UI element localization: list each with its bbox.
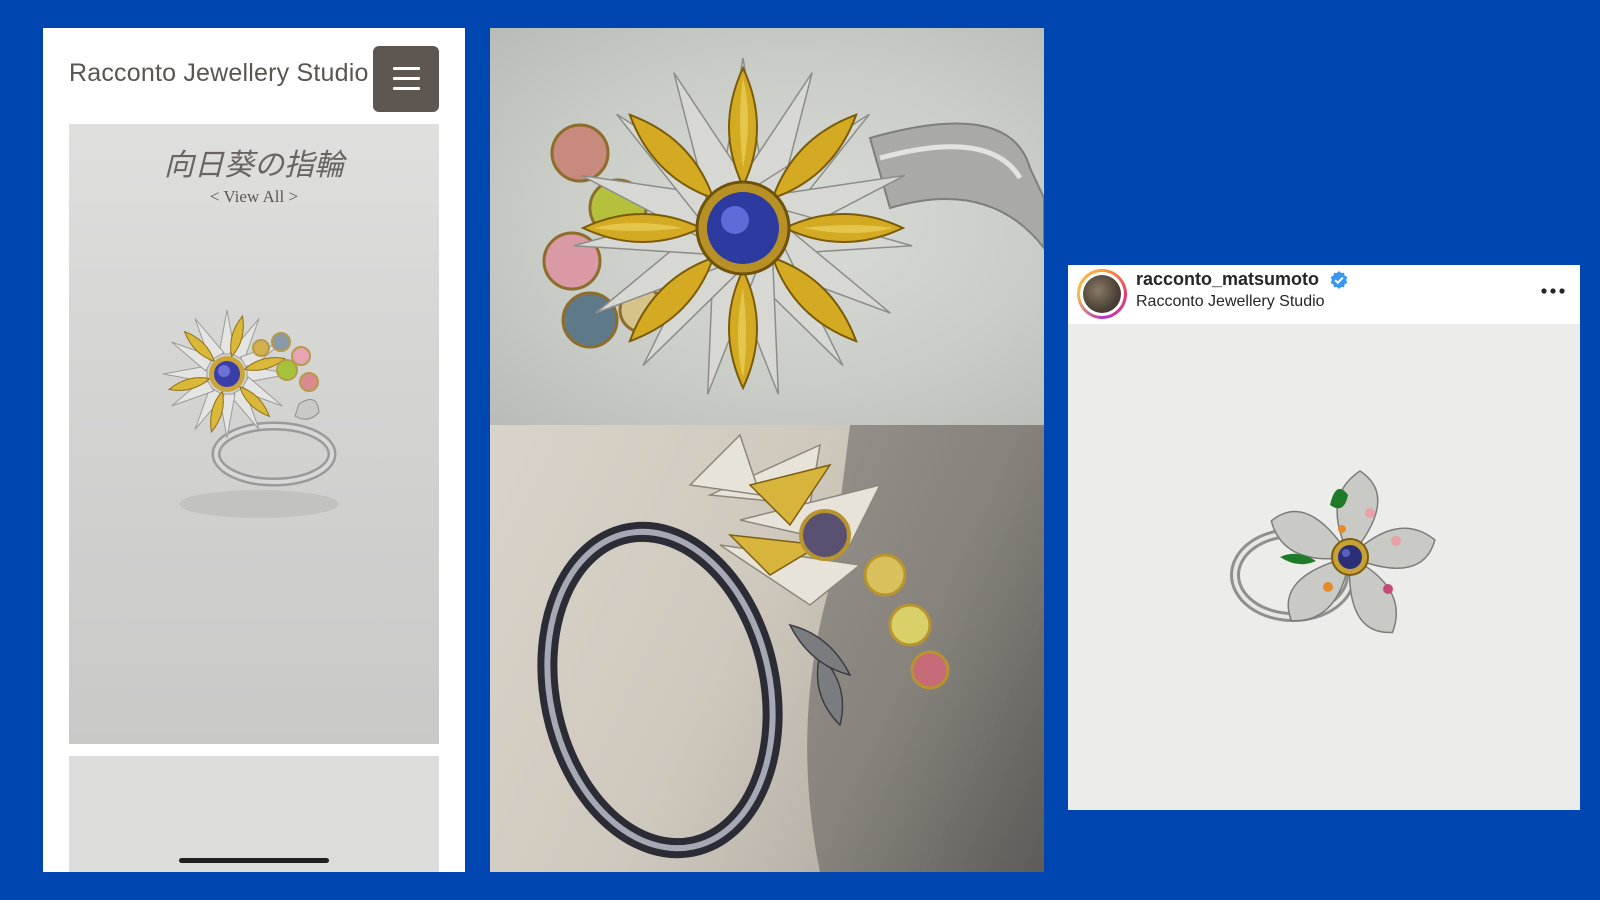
sunflower-ring-front-photo	[490, 28, 1044, 425]
username-link[interactable]: racconto_matsumoto	[1136, 269, 1319, 290]
sunflower-ring-side-image	[537, 425, 1044, 872]
next-card[interactable]	[69, 756, 439, 872]
flower-ring-image	[1230, 470, 1436, 634]
avatar[interactable]	[1077, 269, 1127, 319]
sunflower-ring-front-image	[542, 57, 1044, 395]
view-all-link[interactable]: < View All >	[69, 187, 439, 207]
hero-card[interactable]: 向日葵の指輪 < View All >	[69, 124, 439, 744]
more-options-icon[interactable]	[1540, 287, 1566, 295]
home-indicator	[179, 858, 329, 863]
hero-title: 向日葵の指輪	[164, 148, 344, 183]
post-header: racconto_matsumoto Racconto Jewellery St…	[1068, 265, 1580, 324]
profile-subtitle: Racconto Jewellery Studio	[1136, 293, 1325, 310]
site-title[interactable]: Racconto Jewellery Studio	[69, 59, 369, 88]
website-phone-screenshot: Racconto Jewellery Studio 向日葵の指輪 < View …	[43, 28, 465, 872]
instagram-post: racconto_matsumoto Racconto Jewellery St…	[1068, 265, 1580, 810]
verified-badge-icon	[1330, 271, 1348, 289]
sunflower-ring-image	[162, 309, 339, 518]
menu-button[interactable]	[373, 46, 439, 112]
sunflower-ring-side-photo	[490, 425, 1044, 872]
